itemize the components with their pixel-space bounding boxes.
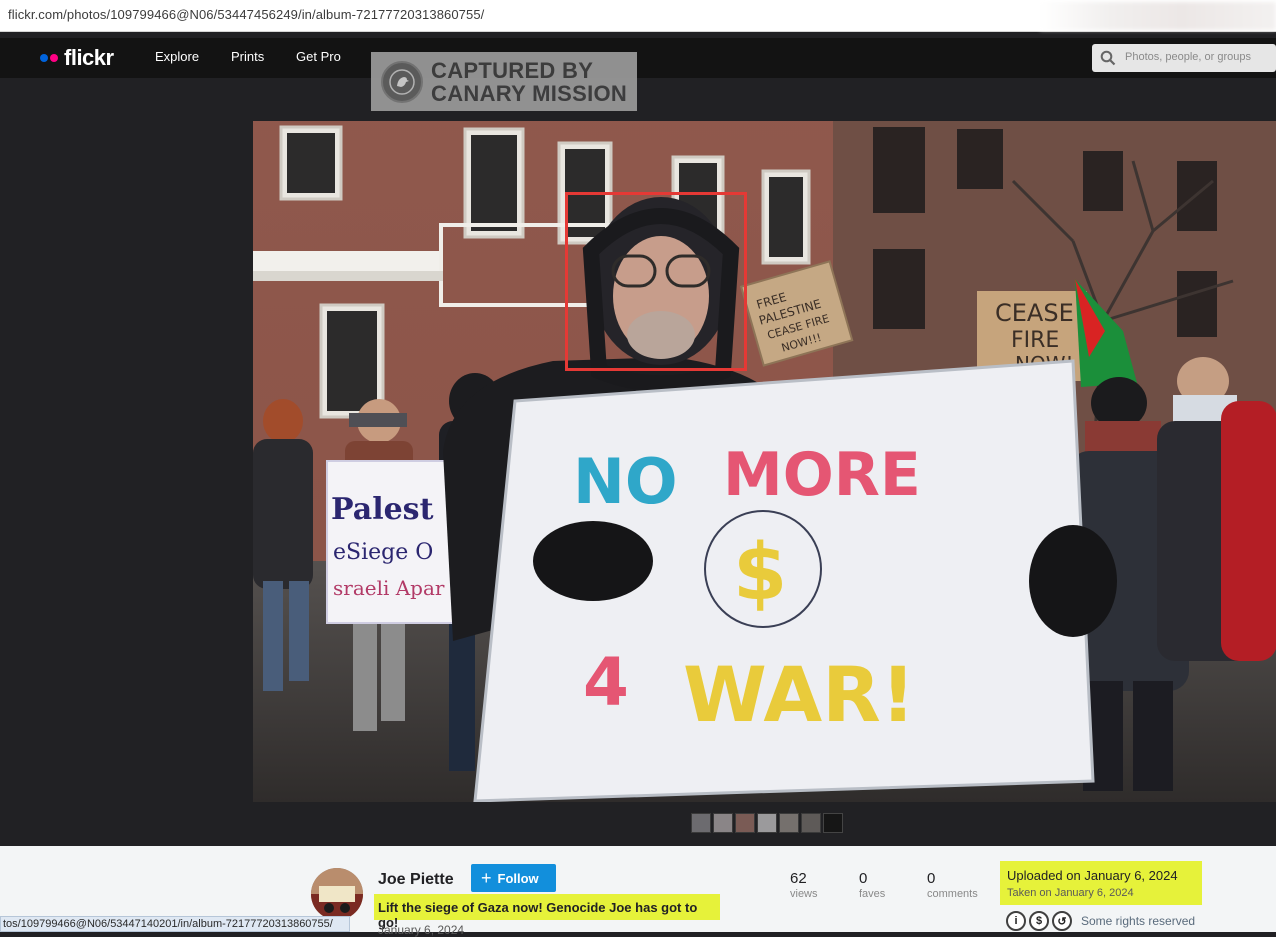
search-icon: [1100, 50, 1116, 66]
filmstrip-thumb[interactable]: [735, 813, 755, 833]
logo-wordmark: flickr: [64, 45, 114, 70]
left-protest-sign: Palest eSiege O sraeli Apar: [326, 460, 458, 624]
svg-text:NO: NO: [573, 445, 678, 518]
stat-comments: 0 comments: [927, 870, 978, 900]
browser-address-bar[interactable]: flickr.com/photos/109799466@N06/53447456…: [0, 0, 1276, 32]
face-highlight-box: [565, 192, 747, 371]
photo-date: January 6, 2024: [378, 923, 465, 937]
main-photo[interactable]: Palest eSiege O sraeli Apar FREE PALESTI…: [253, 121, 1276, 802]
svg-text:4: 4: [583, 644, 629, 721]
watermark-line-1: CAPTURED BY: [431, 57, 594, 83]
stat-views: 62 views: [790, 870, 818, 900]
url-text[interactable]: flickr.com/photos/109799466@N06/53447456…: [8, 7, 484, 22]
stat-value: 0: [927, 870, 936, 887]
canary-mission-watermark: CAPTURED BY CANARY MISSION: [371, 52, 637, 111]
stat-label: faves: [859, 888, 886, 900]
search-box[interactable]: Photos, people, or groups: [1092, 44, 1276, 72]
svg-text:FIRE: FIRE: [1011, 328, 1059, 353]
svg-text:WAR!: WAR!: [683, 650, 915, 739]
filmstrip-thumb[interactable]: [713, 813, 733, 833]
nav-explore[interactable]: Explore: [155, 49, 199, 64]
upload-info-highlight: Uploaded on January 6, 2024 Taken on Jan…: [1000, 861, 1202, 905]
cc-sharealike-icon: ↺: [1052, 911, 1072, 931]
filmstrip-thumb[interactable]: [691, 813, 711, 833]
nav-prints[interactable]: Prints: [231, 49, 264, 64]
svg-text:CEASE: CEASE: [995, 299, 1074, 327]
cc-noncommercial-icon: $: [1029, 911, 1049, 931]
filmstrip-thumb[interactable]: [757, 813, 777, 833]
author-name[interactable]: Joe Piette: [378, 871, 454, 889]
license-text[interactable]: Some rights reserved: [1081, 914, 1195, 928]
author-avatar[interactable]: [311, 868, 363, 920]
filmstrip-thumb-empty[interactable]: [823, 813, 843, 833]
logo-blue-dot-icon: [40, 54, 48, 62]
protest-photo-illustration: Palest eSiege O sraeli Apar FREE PALESTI…: [253, 121, 1276, 802]
logo-pink-dot-icon: [50, 54, 58, 62]
svg-text:Palest: Palest: [331, 492, 434, 527]
photo-title-highlight: Lift the siege of Gaza now! Genocide Joe…: [374, 894, 720, 930]
cc-attribution-icon: i: [1006, 911, 1026, 931]
nav-get-pro[interactable]: Get Pro: [296, 49, 341, 64]
svg-text:MORE: MORE: [723, 440, 921, 510]
stat-value: 62: [790, 870, 807, 887]
stat-value: 0: [859, 870, 868, 887]
license-info[interactable]: i $ ↺ Some rights reserved: [1006, 911, 1195, 931]
photo-filmstrip[interactable]: [691, 813, 843, 833]
blurred-browser-controls: [1040, 2, 1276, 30]
canary-bird-icon: [381, 60, 423, 103]
filmstrip-thumb[interactable]: [779, 813, 799, 833]
search-placeholder: Photos, people, or groups: [1125, 51, 1251, 63]
uploaded-date: Uploaded on January 6, 2024: [1007, 868, 1178, 883]
svg-text:eSiege O: eSiege O: [333, 540, 433, 565]
svg-text:$: $: [733, 528, 787, 618]
plus-icon: +: [481, 868, 492, 888]
flickr-logo[interactable]: flickr: [40, 45, 114, 70]
svg-text:sraeli Apar: sraeli Apar: [333, 576, 445, 600]
browser-status-bar: tos/109799466@N06/53447140201/in/album-7…: [0, 916, 350, 932]
taken-date[interactable]: Taken on January 6, 2024: [1007, 887, 1134, 899]
stat-label: views: [790, 888, 818, 900]
status-link: tos/109799466@N06/53447140201/in/album-7…: [3, 918, 333, 930]
stat-label: comments: [927, 888, 978, 900]
follow-label: Follow: [497, 870, 539, 886]
follow-button[interactable]: + Follow: [471, 864, 556, 892]
stat-faves: 0 faves: [859, 870, 885, 900]
watermark-line-2: CANARY MISSION: [431, 80, 628, 106]
filmstrip-thumb[interactable]: [801, 813, 821, 833]
